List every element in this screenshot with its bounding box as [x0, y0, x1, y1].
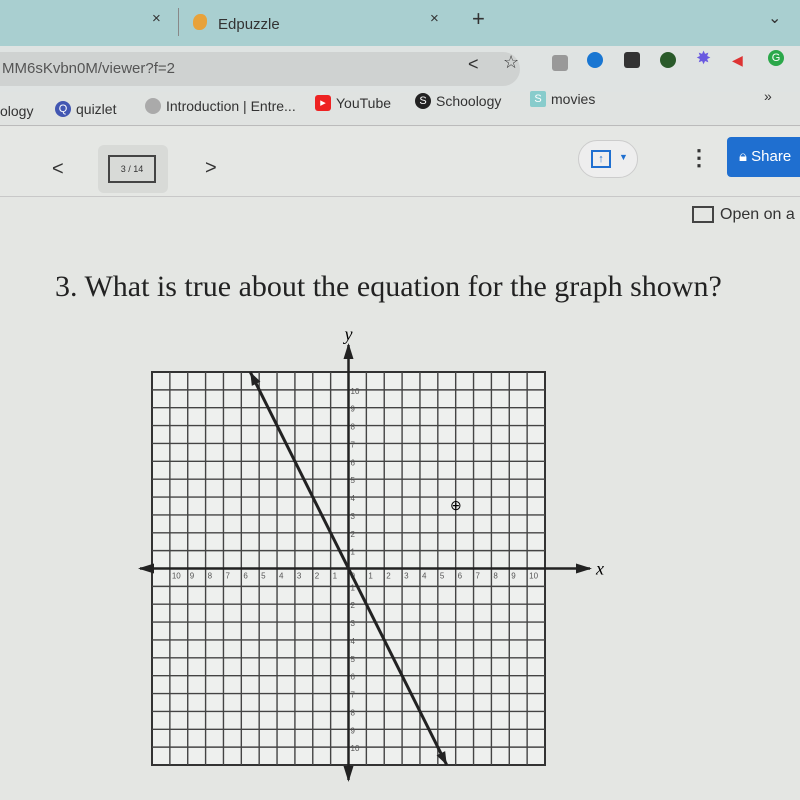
- y-tick-label: 5: [351, 476, 356, 485]
- x-tick-label: 5: [440, 572, 445, 581]
- y-tick-label: 8: [351, 423, 356, 432]
- y-tick-label: 1: [351, 583, 356, 592]
- x-tick-label: 1: [333, 572, 338, 581]
- x-tick-label: 6: [243, 572, 248, 581]
- y-axis-arrow-up: [343, 343, 354, 359]
- y-tick-label: 8: [351, 708, 356, 717]
- y-tick-label: 4: [351, 637, 356, 646]
- x-tick-label: 10: [529, 572, 538, 581]
- y-tick-label: 10: [351, 744, 360, 753]
- x-tick-label: 7: [225, 572, 230, 581]
- x-tick-label: 9: [190, 572, 195, 581]
- x-tick-label: 1: [368, 572, 373, 581]
- y-tick-label: 2: [351, 530, 356, 539]
- x-tick-label: 10: [172, 572, 181, 581]
- x-tick-label: 2: [315, 572, 320, 581]
- y-tick-label: 1: [351, 548, 356, 557]
- x-tick-label: 9: [511, 572, 516, 581]
- y-tick-label: 6: [351, 673, 356, 682]
- zoom-cursor-icon: ⊕: [450, 497, 462, 513]
- x-tick-label: 8: [493, 572, 498, 581]
- x-axis-label: x: [595, 559, 604, 579]
- y-tick-label: 6: [351, 458, 356, 467]
- x-tick-label: 8: [208, 572, 213, 581]
- x-axis-arrow-left: [138, 563, 154, 574]
- y-tick-label: 3: [351, 619, 356, 628]
- x-tick-label: 3: [404, 572, 409, 581]
- x-tick-label: 3: [297, 572, 302, 581]
- y-tick-label: 3: [351, 512, 356, 521]
- coordinate-graph: x y 10 9 8 7 6 5 4 3 2 10 1 2 3 4 5 6 7 8 9 10 10 9 8 7 6 5 4 3 2 1 1 2 3 4…: [138, 324, 604, 782]
- y-axis-label: y: [343, 324, 353, 344]
- y-tick-label: 9: [351, 405, 356, 414]
- y-tick-label: 2: [351, 601, 356, 610]
- y-tick-label: 10: [351, 387, 360, 396]
- y-axis-arrow-down: [343, 766, 354, 782]
- y-tick-label: 4: [351, 494, 356, 503]
- x-tick-label: 6: [458, 572, 463, 581]
- x-tick-label: 2: [386, 572, 391, 581]
- y-tick-label: 5: [351, 655, 356, 664]
- y-tick-label: 7: [351, 440, 356, 449]
- x-tick-label: 7: [476, 572, 481, 581]
- y-tick-label: 7: [351, 691, 356, 700]
- y-tick-label: 9: [351, 726, 356, 735]
- x-tick-label: 5: [261, 572, 266, 581]
- x-tick-label: 4: [279, 572, 284, 581]
- x-tick-label: 4: [422, 572, 427, 581]
- x-axis-arrow-right: [576, 563, 592, 574]
